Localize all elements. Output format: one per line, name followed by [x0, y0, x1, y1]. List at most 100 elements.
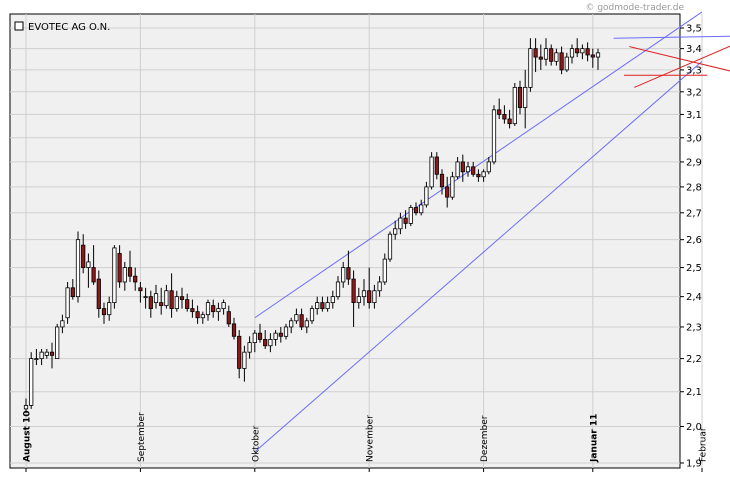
candle-up: [34, 358, 39, 361]
candle-down: [517, 86, 523, 108]
candle-down: [226, 311, 231, 325]
y-tick-label: 2,9: [686, 157, 702, 168]
candle-up: [174, 296, 179, 310]
candle-up: [564, 56, 569, 71]
candle-up: [200, 314, 205, 319]
y-tick-label: 3,3: [686, 65, 702, 76]
candle-down: [439, 173, 445, 188]
candle-up: [153, 293, 159, 304]
candle-down: [81, 244, 86, 268]
candle-down: [460, 161, 465, 173]
x-tick-label: Februar: [699, 427, 709, 462]
candle-down: [101, 308, 107, 316]
candle-down: [190, 308, 195, 313]
x-tick-label: Januar 11: [589, 414, 599, 463]
candle-down: [351, 278, 356, 304]
candle-up: [372, 290, 377, 304]
candle-down: [413, 207, 419, 214]
candle-down: [133, 275, 138, 283]
candle-up: [122, 267, 127, 283]
y-tick-label: 2,5: [686, 263, 702, 274]
candle-up: [247, 342, 252, 353]
candle-up: [393, 228, 398, 235]
candle-up: [481, 171, 486, 178]
candle-down: [96, 278, 101, 310]
candle-up: [580, 48, 585, 54]
candle-down: [159, 302, 164, 307]
candle-down: [533, 48, 538, 58]
candle-up: [221, 302, 226, 310]
candle-up: [361, 290, 367, 298]
candle-down: [278, 332, 283, 337]
candle-down: [169, 290, 174, 310]
candlestick-chart: 3,5 3,4 3,3 3,2 3,1 3,0 2,9 2,8 2,7 2,6 2,5 2,4 2,3 2…: [9, 3, 730, 472]
candle-down: [211, 305, 216, 313]
x-tick-label: Oktober: [251, 425, 261, 462]
candle-down: [49, 351, 55, 356]
candle-up: [377, 281, 382, 292]
candle-up: [528, 48, 533, 88]
candle-up: [252, 332, 257, 344]
candle-up: [216, 308, 221, 313]
candle-up: [554, 52, 559, 62]
y-tick-label: 3,0: [686, 133, 702, 144]
candle-down: [91, 267, 96, 283]
candle-down: [497, 109, 502, 115]
candle-up: [205, 302, 211, 316]
candle-down: [434, 156, 439, 175]
candle-down: [179, 296, 185, 301]
candle-up: [315, 302, 320, 310]
candle-down: [590, 54, 595, 58]
candle-down: [320, 302, 325, 310]
candle-down: [117, 253, 122, 283]
candle-down: [575, 48, 580, 54]
candle-up: [55, 326, 60, 360]
y-tick-label: 2,7: [686, 208, 702, 219]
candle-up: [465, 166, 471, 173]
candle-down: [195, 311, 200, 319]
candle-up: [294, 314, 299, 322]
y-tick-label: 2,6: [686, 235, 702, 246]
candle-up: [330, 296, 335, 304]
candle-up: [164, 290, 169, 307]
candle-down: [585, 48, 590, 56]
candle-down: [367, 290, 372, 304]
candle-up: [523, 86, 528, 108]
candle-up: [29, 358, 34, 406]
candle-up: [408, 207, 413, 224]
candle-down: [138, 287, 143, 292]
watermark: © godmode-trader.de: [585, 3, 684, 13]
candle-down: [127, 267, 133, 277]
y-tick-label: 3,5: [686, 24, 702, 35]
candle-up: [60, 320, 65, 328]
candle-up: [268, 339, 273, 347]
candle-up: [112, 247, 117, 304]
y-tick-label: 2,8: [686, 182, 702, 193]
candle-down: [185, 299, 190, 310]
candle-up: [486, 161, 491, 173]
candle-up: [450, 176, 455, 198]
candle-up: [143, 296, 148, 299]
candle-down: [231, 323, 237, 337]
candle-up: [23, 405, 29, 410]
legend-box-icon: [14, 21, 24, 31]
x-tick-label: August 10: [23, 410, 33, 462]
candle-down: [263, 339, 268, 347]
candle-up: [429, 156, 434, 188]
y-tick-label: 3,4: [686, 44, 702, 55]
plot-background: [9, 13, 681, 469]
candle-up: [569, 48, 575, 58]
candle-down: [538, 56, 543, 60]
candle-down: [257, 332, 263, 340]
candle-up: [242, 351, 247, 369]
candle-up: [387, 233, 393, 260]
y-tick-label: 2,3: [686, 322, 702, 333]
candle-down: [476, 173, 481, 178]
candle-up: [39, 351, 44, 360]
y-tick-label: 2,2: [686, 354, 702, 365]
candle-down: [445, 186, 450, 198]
candle-up: [398, 217, 403, 230]
x-tick-label: November: [366, 415, 376, 462]
candle-up: [335, 281, 341, 298]
candle-up: [75, 239, 81, 298]
